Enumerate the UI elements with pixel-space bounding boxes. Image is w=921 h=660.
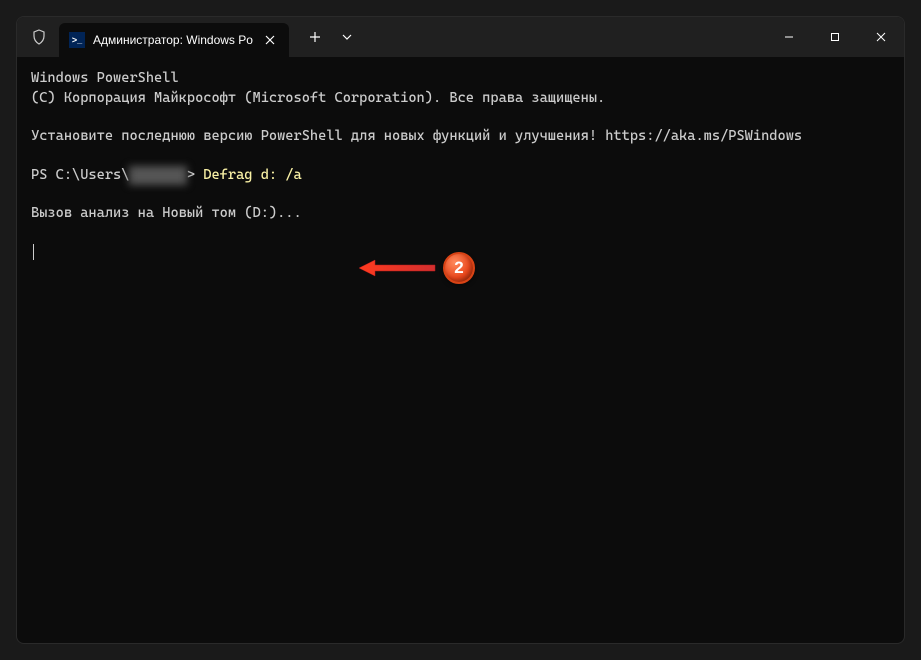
terminal-window: >_ Администратор: Windows Po	[16, 16, 905, 644]
blurred-username: XXXXXXX	[129, 166, 186, 186]
tab-title: Администратор: Windows Po	[93, 33, 253, 47]
close-tab-button[interactable]	[261, 31, 279, 49]
shield-icon	[31, 29, 47, 45]
terminal-line: Установите последнюю версию PowerShell д…	[31, 127, 890, 147]
tab-dropdown-button[interactable]	[333, 23, 361, 51]
terminal-cursor-line	[31, 243, 890, 263]
cursor	[33, 244, 34, 260]
close-window-button[interactable]	[858, 17, 904, 57]
new-tab-button[interactable]	[301, 23, 329, 51]
powershell-icon: >_	[69, 32, 85, 48]
minimize-button[interactable]	[766, 17, 812, 57]
window-controls	[766, 17, 904, 57]
titlebar: >_ Администратор: Windows Po	[17, 17, 904, 57]
terminal-line: Вызов анализ на Новый том (D:)...	[31, 204, 890, 224]
terminal-line: Windows PowerShell	[31, 69, 890, 89]
maximize-button[interactable]	[812, 17, 858, 57]
command-text: Defrag d: /a	[203, 167, 301, 183]
active-tab[interactable]: >_ Администратор: Windows Po	[59, 23, 289, 57]
terminal-content[interactable]: Windows PowerShell (C) Корпорация Майкро…	[17, 57, 904, 643]
terminal-prompt-line: PS C:\Users\XXXXXXX> Defrag d: /a	[31, 166, 890, 186]
terminal-line: (C) Корпорация Майкрософт (Microsoft Cor…	[31, 89, 890, 109]
